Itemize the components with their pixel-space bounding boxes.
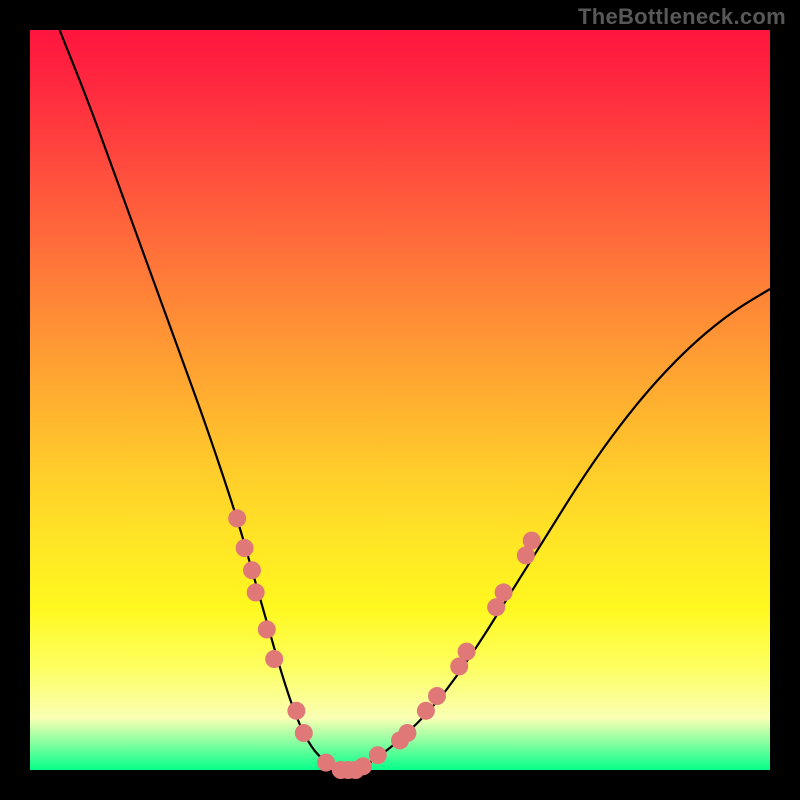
marker-point [428, 687, 446, 705]
curve-markers [228, 509, 541, 779]
marker-point [295, 724, 313, 742]
marker-point [228, 509, 246, 527]
marker-point [523, 532, 541, 550]
marker-point [354, 757, 372, 775]
plot-area [30, 30, 770, 770]
marker-point [258, 620, 276, 638]
marker-point [458, 643, 476, 661]
marker-point [287, 702, 305, 720]
marker-point [495, 583, 513, 601]
marker-point [236, 539, 254, 557]
marker-point [265, 650, 283, 668]
chart-frame: TheBottleneck.com [0, 0, 800, 800]
marker-point [243, 561, 261, 579]
marker-point [247, 583, 265, 601]
marker-point [417, 702, 435, 720]
watermark-text: TheBottleneck.com [578, 4, 786, 30]
marker-point [369, 746, 387, 764]
curve-svg [30, 30, 770, 770]
marker-point [398, 724, 416, 742]
bottleneck-curve [60, 30, 770, 770]
